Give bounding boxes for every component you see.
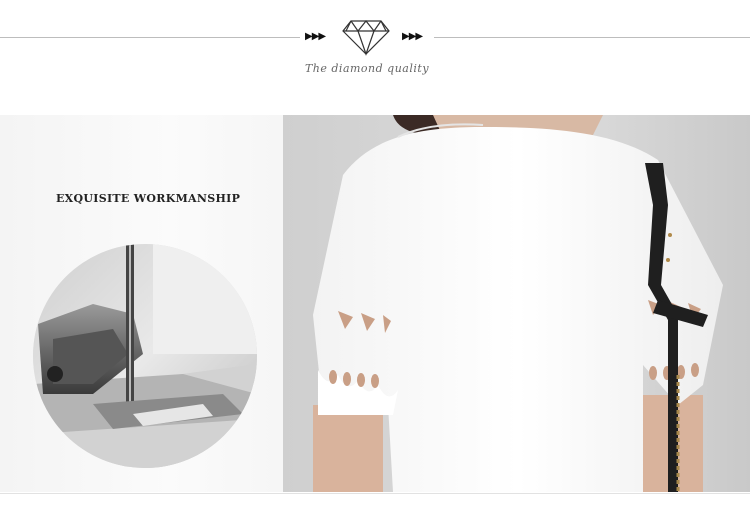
section-tagline: The diamond quality bbox=[304, 62, 430, 75]
arrows-right-icon: ▶▶▶ bbox=[402, 31, 423, 42]
section-header: ▶▶▶ ▶▶▶ The diamond quality bbox=[0, 0, 750, 110]
feature-title: EXQUISITE WORKMANSHIP bbox=[56, 192, 241, 205]
sewing-machine-icon bbox=[33, 244, 257, 468]
product-photo bbox=[283, 115, 750, 492]
bottom-divider bbox=[0, 493, 750, 494]
sewing-machine-image bbox=[33, 244, 257, 468]
diamond-icon bbox=[342, 20, 390, 56]
divider-left bbox=[0, 37, 300, 38]
model-shirt-image bbox=[283, 115, 750, 492]
arrows-left-icon: ▶▶▶ bbox=[305, 31, 326, 42]
divider-right bbox=[434, 37, 750, 38]
